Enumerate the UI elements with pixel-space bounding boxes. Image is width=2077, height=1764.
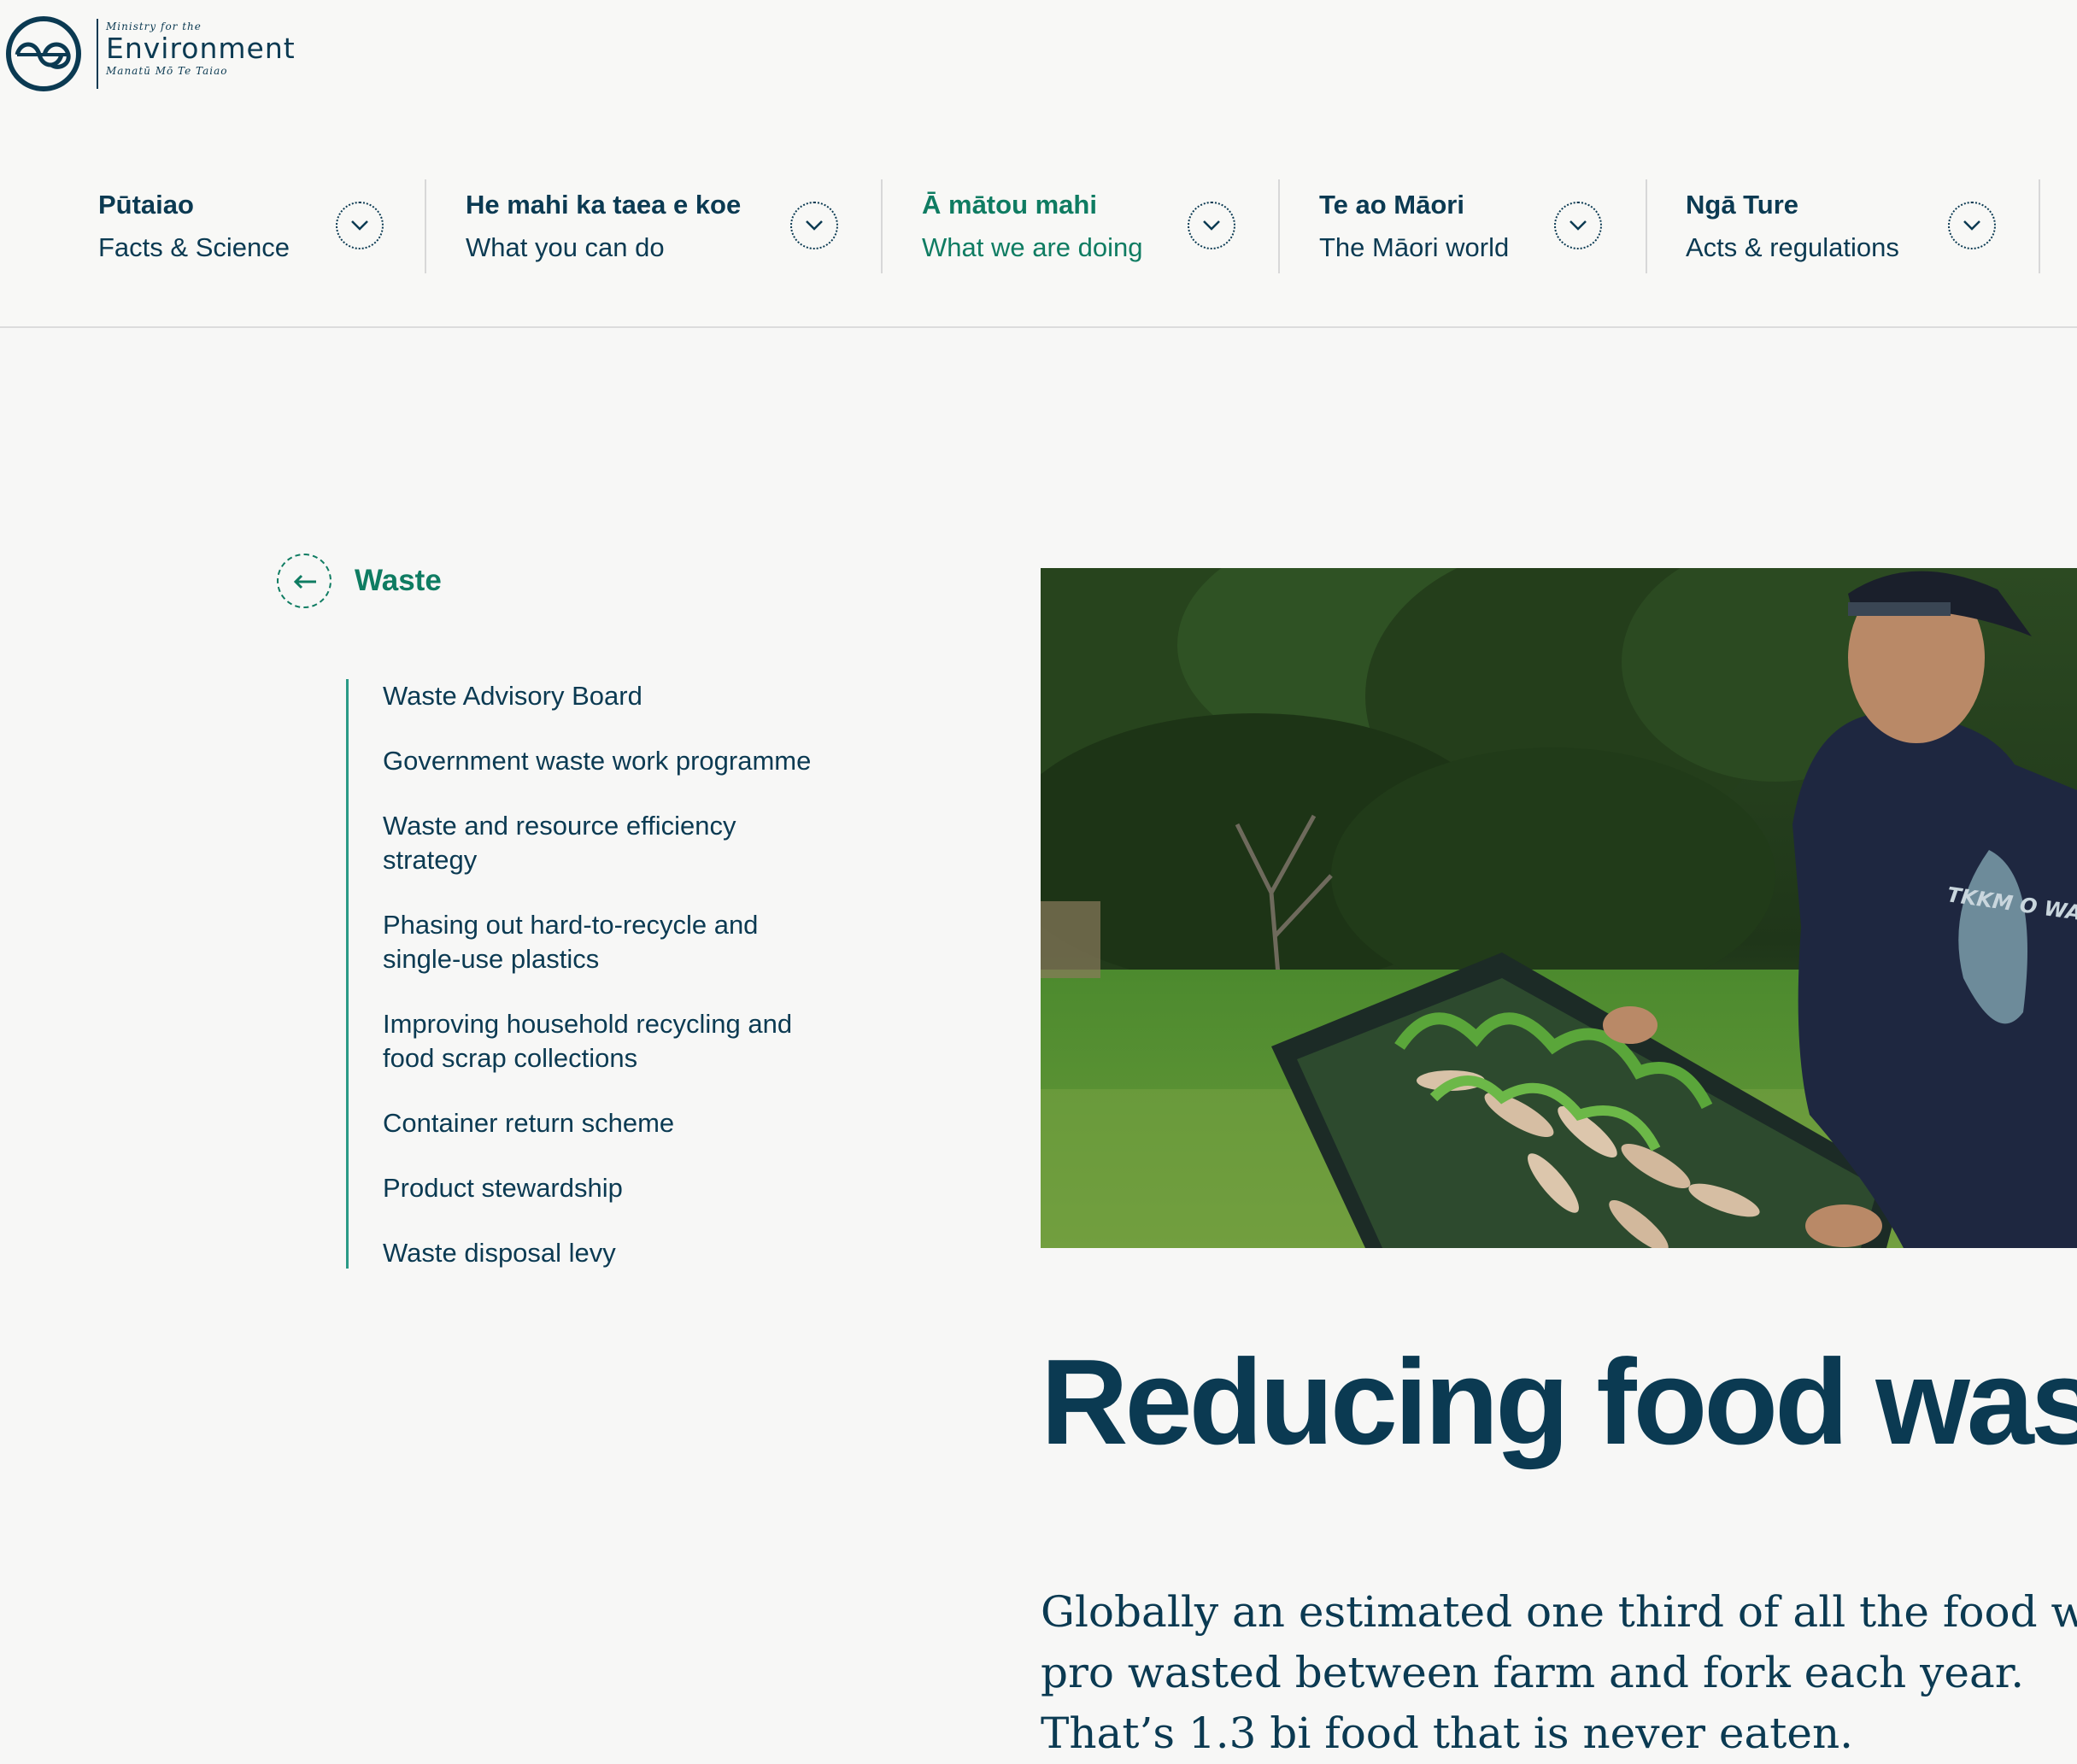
main-nav: Pūtaiao Facts & Science He mahi ka taea … bbox=[0, 179, 2077, 273]
nav-item-nga-ture[interactable]: Ngā Ture Acts & regulations bbox=[1686, 179, 2040, 273]
sidebar-item-plastics[interactable]: Phasing out hard-to-recycle and single-u… bbox=[383, 908, 784, 976]
chevron-down-icon[interactable] bbox=[1554, 202, 1602, 249]
hero-image: TKKM O WAWA KAWA TAI TAWHITI bbox=[1041, 568, 2077, 1248]
nav-title: Ā mātou mahi bbox=[922, 190, 1097, 220]
nav-item-putaiao[interactable]: Pūtaiao Facts & Science bbox=[98, 179, 426, 273]
nav-title: Ngā Ture bbox=[1686, 190, 1799, 220]
nav-title: Pūtaiao bbox=[98, 190, 194, 220]
logo-bottom-text: Manatū Mō Te Taiao bbox=[106, 65, 228, 77]
back-button[interactable] bbox=[277, 554, 331, 608]
arrow-left-icon bbox=[293, 574, 316, 589]
nav-subtitle: What we are doing bbox=[922, 232, 1143, 262]
logo-top-text: Ministry for the bbox=[106, 21, 202, 32]
sidebar-item-container-return-scheme[interactable]: Container return scheme bbox=[383, 1106, 861, 1140]
nav-subtitle: Facts & Science bbox=[98, 232, 290, 262]
nav-title: He mahi ka taea e koe bbox=[466, 190, 742, 220]
site-header: Ministry for the Environment Manatū Mō T… bbox=[0, 0, 2077, 328]
nav-subtitle: The Māori world bbox=[1319, 232, 1510, 262]
sidebar-item-household-recycling[interactable]: Improving household recycling and food s… bbox=[383, 1007, 827, 1075]
page-title: Reducing food was bbox=[1041, 1334, 2077, 1470]
logo-wordmark: Ministry for the Environment Manatū Mō T… bbox=[106, 21, 296, 77]
chevron-down-icon[interactable] bbox=[790, 202, 838, 249]
ministry-logo-icon bbox=[6, 16, 81, 91]
nav-item-he-mahi[interactable]: He mahi ka taea e koe What you can do bbox=[466, 179, 883, 273]
nav-item-a-matou-mahi[interactable]: Ā mātou mahi What we are doing bbox=[922, 179, 1280, 273]
chevron-down-icon[interactable] bbox=[1948, 202, 1996, 249]
hero-photo-illustration: TKKM O WAWA KAWA TAI TAWHITI bbox=[1041, 568, 2077, 1248]
sidebar-item-product-stewardship[interactable]: Product stewardship bbox=[383, 1171, 861, 1205]
section-title-link[interactable]: Waste bbox=[355, 564, 442, 598]
site-logo[interactable]: Ministry for the Environment Manatū Mō T… bbox=[5, 15, 296, 92]
sidebar-item-government-waste-work-programme[interactable]: Government waste work programme bbox=[383, 744, 861, 778]
logo-divider bbox=[97, 19, 98, 89]
sidebar-item-waste-strategy[interactable]: Waste and resource efficiency strategy bbox=[383, 809, 776, 877]
nav-subtitle: Acts & regulations bbox=[1686, 232, 1899, 262]
nav-subtitle: What you can do bbox=[466, 232, 665, 262]
section-sidebar-list: Waste Advisory Board Government waste wo… bbox=[346, 679, 861, 1269]
chevron-down-icon[interactable] bbox=[1188, 202, 1235, 249]
chevron-down-icon[interactable] bbox=[336, 202, 384, 249]
sidebar-item-waste-advisory-board[interactable]: Waste Advisory Board bbox=[383, 679, 861, 713]
nav-item-te-ao-maori[interactable]: Te ao Māori The Māori world bbox=[1319, 179, 1647, 273]
nav-title: Te ao Māori bbox=[1319, 190, 1464, 220]
intro-paragraph: Globally an estimated one third of all t… bbox=[1041, 1587, 2077, 1758]
sidebar-item-waste-disposal-levy[interactable]: Waste disposal levy bbox=[383, 1236, 861, 1270]
logo-name: Environment bbox=[106, 32, 296, 65]
